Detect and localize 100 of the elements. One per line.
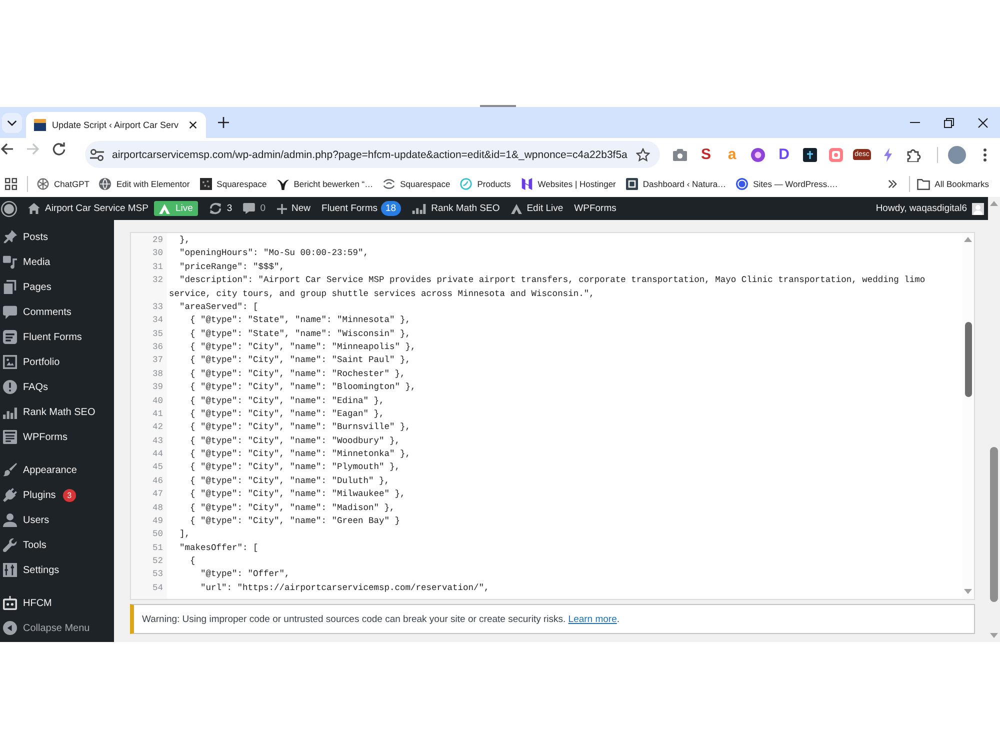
- line-number: 31: [151, 260, 164, 274]
- line-number: 39: [151, 381, 164, 394]
- bookmark[interactable]: Bericht bewerken “…: [272, 173, 378, 195]
- reload-icon[interactable]: [52, 142, 66, 156]
- lightning-icon[interactable]: [884, 148, 892, 162]
- learn-more-link[interactable]: Learn more: [568, 614, 617, 624]
- site-name-link[interactable]: Airport Car Service MSP: [28, 203, 148, 214]
- code-editor[interactable]: [130, 232, 975, 600]
- scrollbar-thumb[interactable]: [964, 322, 972, 397]
- plus-icon[interactable]: [218, 117, 229, 128]
- circle-logo-icon: [736, 178, 748, 190]
- chevron-double-icon[interactable]: [888, 180, 897, 188]
- bookmark[interactable]: Websites | Hostinger: [516, 173, 621, 195]
- all-bookmarks-button[interactable]: All Bookmarks: [912, 173, 994, 195]
- refresh-icon: [208, 202, 222, 215]
- cross-square-icon[interactable]: [803, 148, 817, 162]
- logo-icon[interactable]: [1, 200, 17, 216]
- updates-link[interactable]: 3: [208, 202, 232, 215]
- menu-item[interactable]: FAQs: [0, 374, 114, 400]
- menu-item[interactable]: Fluent Forms: [0, 324, 114, 350]
- bookmark[interactable]: Sites — WordPress.…: [731, 173, 843, 195]
- kebab-menu-icon[interactable]: [983, 148, 987, 162]
- camera-icon[interactable]: [673, 148, 687, 160]
- restore-icon[interactable]: [944, 118, 954, 128]
- image-tile-icon: [200, 178, 212, 190]
- warning-text: Warning: Using improper code or untrusted sources code can break your site or create security risks. Learn more.: [142, 614, 620, 624]
- browser-tab[interactable]: Update Script ‹ Airport Car Serv: [26, 112, 206, 138]
- speech-bubble-icon: [3, 305, 17, 319]
- menu-item[interactable]: Media: [0, 250, 114, 274]
- code-line: { "@type": "City", "name": "Minneapolis" },: [189, 341, 417, 354]
- speech-bubble-icon: [243, 203, 256, 214]
- user-icon: [3, 513, 17, 527]
- code-line: { "@type": "City", "name": "Milwaukee" },: [189, 488, 406, 502]
- collapse-menu-button[interactable]: Collapse Menu: [0, 616, 114, 640]
- mountain-icon: [510, 204, 522, 214]
- menu-item[interactable]: WPForms: [0, 424, 114, 450]
- code-line: "makesOffer": [: [178, 542, 260, 555]
- apps-grid-icon[interactable]: [5, 178, 17, 190]
- line-number: 53: [151, 568, 164, 582]
- extension-button[interactable]: S: [700, 146, 711, 162]
- wrench-icon: [3, 538, 17, 552]
- line-number: 49: [151, 514, 164, 528]
- scrollbar-thumb[interactable]: [990, 447, 998, 602]
- plug-icon: [3, 488, 17, 502]
- avatar-icon[interactable]: [948, 146, 966, 164]
- line-number: 36: [151, 341, 164, 354]
- menu-item[interactable]: Tools: [0, 532, 114, 558]
- bookmark[interactable]: Products: [455, 173, 516, 195]
- menu-item[interactable]: Portfolio: [0, 350, 114, 374]
- arrow-down-icon: [964, 589, 972, 594]
- comments-link[interactable]: 0: [243, 203, 266, 214]
- bookmark[interactable]: Edit with Elementor: [94, 173, 195, 195]
- media-icon: [3, 255, 17, 269]
- exclamation-icon: [3, 380, 17, 394]
- line-number: 37: [151, 354, 164, 368]
- back-icon[interactable]: [0, 142, 14, 154]
- folder-icon: [916, 178, 930, 190]
- menu-item[interactable]: Rank Math SEO: [0, 400, 114, 424]
- menu-item[interactable]: Users: [0, 508, 114, 532]
- line-number: 34: [151, 314, 164, 328]
- line-number: 43: [151, 434, 164, 448]
- code-line: "areaServed": [: [178, 300, 260, 314]
- menu-item[interactable]: Posts: [0, 224, 114, 250]
- admin-bar-link[interactable]: WPForms: [574, 203, 616, 214]
- admin-bar-link[interactable]: Edit Live: [510, 203, 564, 214]
- extension-button[interactable]: D: [778, 146, 790, 162]
- line-number: 33: [151, 300, 164, 314]
- close-icon[interactable]: [189, 121, 197, 129]
- chevron-down-icon: [7, 120, 17, 126]
- menu-item[interactable]: Settings: [0, 558, 114, 582]
- mountain-icon: [159, 204, 170, 214]
- tab-list-button[interactable]: [2, 112, 22, 132]
- line-number: 54: [151, 582, 164, 595]
- logo-icon: [520, 178, 533, 190]
- favicon-icon: [34, 119, 46, 131]
- admin-bar-link[interactable]: Fluent Forms 18: [322, 201, 402, 216]
- line-number: 38: [151, 368, 164, 381]
- puzzle-icon[interactable]: [907, 148, 921, 162]
- bookmark[interactable]: ChatGPT: [32, 173, 94, 195]
- circle-arrow-icon: [3, 621, 17, 635]
- close-icon[interactable]: [978, 118, 988, 128]
- menu-item[interactable]: Pages: [0, 274, 114, 300]
- menu-item[interactable]: HFCM: [0, 590, 114, 616]
- toggles-icon[interactable]: [90, 148, 104, 160]
- new-link[interactable]: New: [276, 203, 311, 214]
- code-line: "description": "Airport Car Service MSP provides private airport transfers, corporate transportation, Mayo Clinic transportation, wedding limo service, city tours, and group shuttle services across Minnesota and Wisconsin.",: [168, 274, 926, 300]
- code-line: "@type": "Offer",: [200, 568, 291, 582]
- menu-item[interactable]: Comments: [0, 300, 114, 324]
- bookmark[interactable]: Squarespace: [194, 173, 272, 195]
- address-field[interactable]: airportcarservicemsp.com/wp-admin/admin.php?page=hfcm-update&action=edit&id=1&_wpnonce=c4a22b3f5a: [85, 141, 660, 168]
- account-link[interactable]: Howdy, waqasdigital6: [876, 202, 984, 214]
- scrollbar[interactable]: [988, 197, 1000, 642]
- orb-icon[interactable]: [751, 148, 765, 162]
- star-icon[interactable]: [636, 148, 650, 162]
- bookmark[interactable]: Squarespace: [378, 173, 456, 195]
- admin-bar-link[interactable]: Rank Math SEO: [412, 203, 500, 214]
- menu-item[interactable]: Appearance: [0, 458, 114, 482]
- form-icon: [3, 330, 17, 344]
- menu-item[interactable]: Plugins 3: [0, 482, 114, 508]
- bookmark[interactable]: Dashboard ‹ Natura…: [620, 173, 732, 195]
